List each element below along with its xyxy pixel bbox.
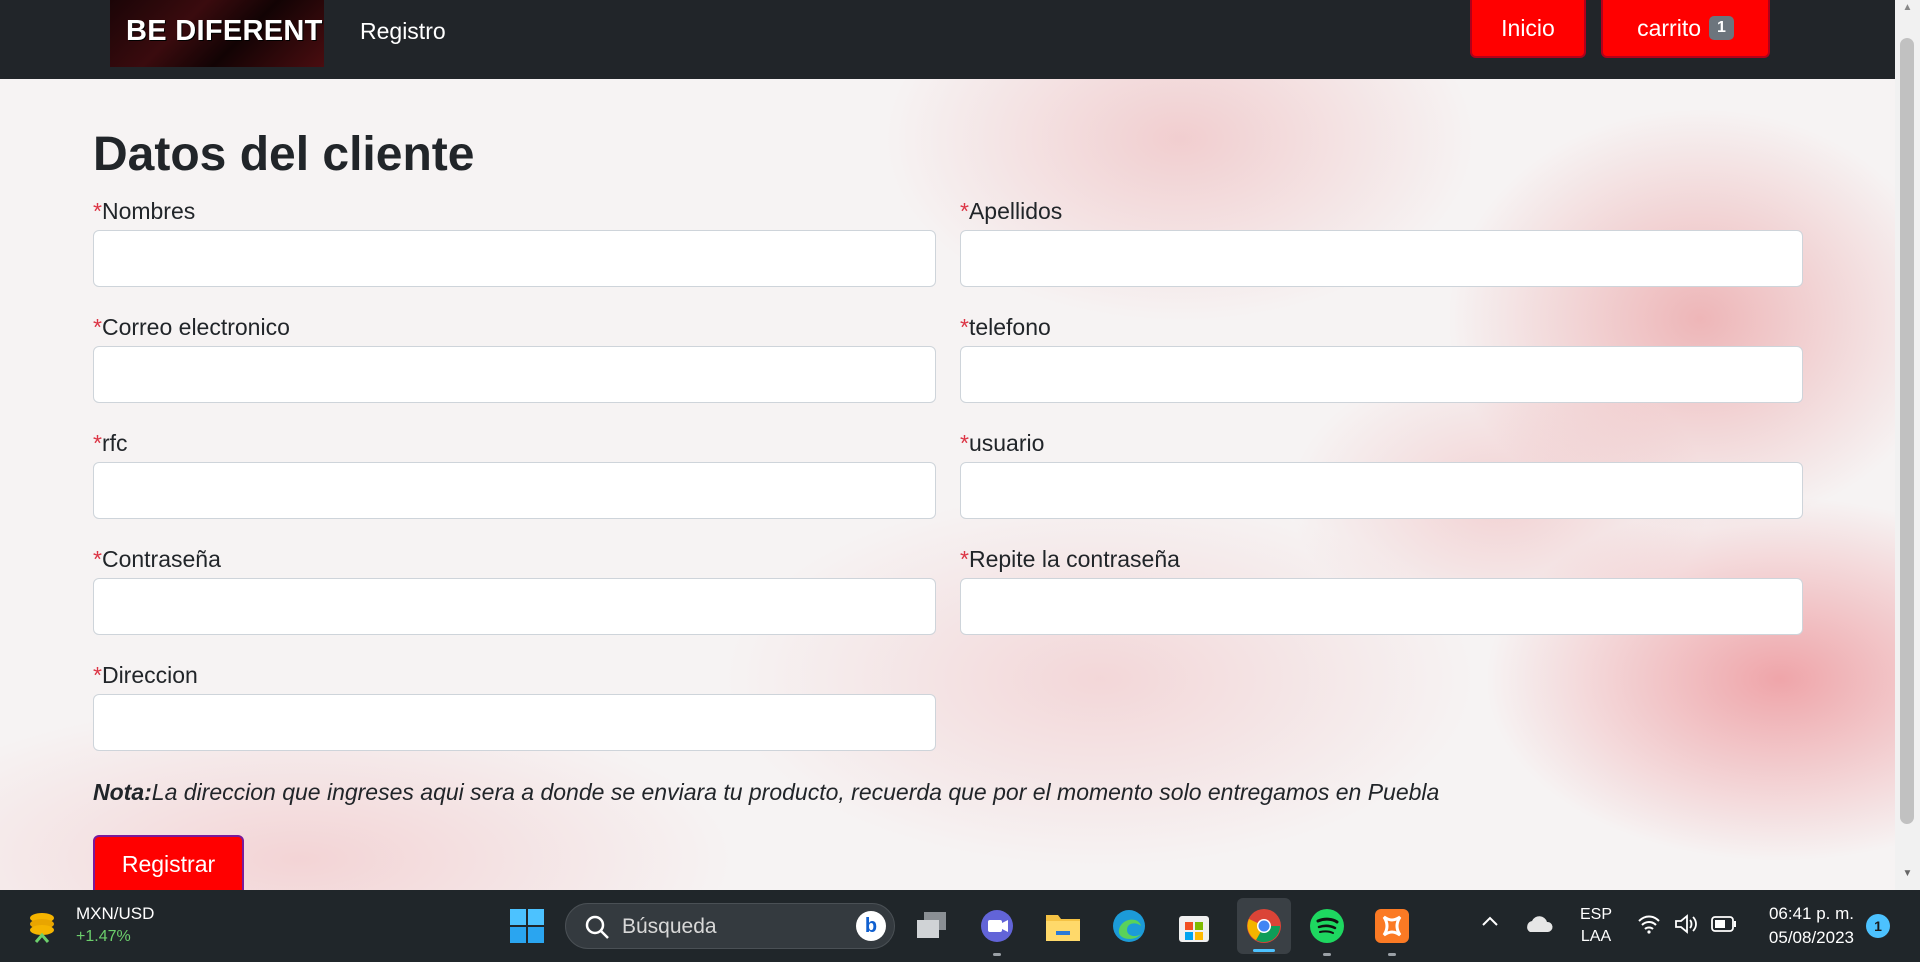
apellidos-input[interactable] — [960, 230, 1803, 287]
confirm-password-label-text: Repite la contraseña — [968, 546, 1180, 572]
page-scrollbar[interactable]: ▲ ▼ — [1895, 0, 1920, 890]
note-label: Nota: — [93, 779, 152, 805]
inicio-button-label: Inicio — [1501, 14, 1555, 41]
correo-field-group: *Correo electronico — [93, 314, 936, 403]
language-indicator[interactable]: ESP LAA — [1578, 904, 1614, 948]
required-mark: * — [960, 430, 969, 456]
confirm-password-field-group: *Repite la contraseña — [960, 546, 1803, 635]
usuario-label-text: usuario — [968, 430, 1045, 456]
edge-icon[interactable] — [1107, 904, 1151, 948]
onedrive-cloud-icon[interactable] — [1522, 912, 1554, 936]
start-icon[interactable] — [505, 904, 549, 948]
navbar: BE DIFERENT Registro Inicio carrito 1 — [0, 0, 1895, 79]
rfc-label: *rfc — [93, 430, 936, 462]
browser-viewport: BE DIFERENT Registro Inicio carrito 1 Da… — [0, 0, 1895, 890]
bing-icon[interactable]: b — [856, 911, 886, 941]
search-icon — [585, 915, 609, 939]
password-field-group: *Contraseña — [93, 546, 936, 635]
registrar-button-label: Registrar — [121, 850, 216, 877]
nombres-field-group: *Nombres — [93, 198, 936, 287]
clock-date: 05/08/2023 — [1768, 928, 1854, 947]
page-title: Datos del cliente — [93, 128, 475, 181]
widget-change: +1.47% — [76, 928, 131, 945]
scroll-up-arrow-icon[interactable]: ▲ — [1895, 2, 1920, 20]
password-input[interactable] — [93, 578, 936, 635]
required-mark: * — [93, 198, 102, 224]
volume-icon[interactable] — [1674, 913, 1698, 935]
coins-icon — [30, 913, 54, 943]
nombres-label: *Nombres — [93, 198, 936, 230]
usuario-field-group: *usuario — [960, 430, 1803, 519]
note-text: La direccion que ingreses aqui sera a do… — [151, 779, 1440, 805]
nombres-input[interactable] — [93, 230, 936, 287]
address-note: Nota:La direccion que ingreses aqui sera… — [93, 779, 1439, 806]
chrome-icon[interactable] — [1237, 898, 1291, 954]
teams-icon[interactable] — [975, 904, 1019, 956]
windows-taskbar: MXN/USD +1.47% Búsqueda b ESP LAA 06:41 … — [0, 890, 1920, 962]
file-explorer-icon[interactable] — [1041, 904, 1085, 948]
task-view-icon[interactable] — [910, 904, 954, 948]
apellidos-label: *Apellidos — [960, 198, 1803, 230]
required-mark: * — [93, 314, 102, 340]
wifi-icon[interactable] — [1638, 914, 1660, 934]
registration-page: Datos del cliente *Nombres *Apellidos *C… — [0, 79, 1895, 890]
usuario-input[interactable] — [960, 462, 1803, 519]
direccion-label: *Direccion — [93, 662, 936, 694]
scrollbar-thumb[interactable] — [1900, 38, 1914, 824]
email-input[interactable] — [93, 346, 936, 403]
correo-label-text: Correo electronico — [101, 314, 290, 340]
widget-title: MXN/USD — [76, 904, 155, 923]
direccion-field-group: *Direccion — [93, 662, 936, 751]
xampp-icon[interactable] — [1370, 904, 1414, 956]
password-label-text: Contraseña — [101, 546, 221, 572]
required-mark: * — [960, 546, 969, 572]
currency-widget[interactable]: MXN/USD +1.47% — [26, 902, 176, 950]
rfc-label-text: rfc — [101, 430, 128, 456]
required-mark: * — [960, 198, 969, 224]
apellidos-field-group: *Apellidos — [960, 198, 1803, 287]
cart-button[interactable]: carrito 1 — [1601, 0, 1770, 58]
system-clock[interactable]: 06:41 p. m. 05/08/2023 — [1754, 902, 1854, 950]
direccion-input[interactable] — [93, 694, 936, 751]
scroll-down-arrow-icon[interactable]: ▼ — [1895, 868, 1920, 886]
taskbar-search[interactable]: Búsqueda b — [565, 903, 895, 949]
language-code: ESP — [1579, 906, 1612, 923]
keyboard-layout: LAA — [1580, 928, 1612, 945]
confirm-password-label: *Repite la contraseña — [960, 546, 1803, 578]
registrar-button[interactable]: Registrar — [93, 835, 244, 890]
required-mark: * — [93, 662, 102, 688]
apellidos-label-text: Apellidos — [968, 198, 1063, 224]
required-mark: * — [960, 314, 969, 340]
confirm-password-input[interactable] — [960, 578, 1803, 635]
rfc-input[interactable] — [93, 462, 936, 519]
inicio-button[interactable]: Inicio — [1470, 0, 1586, 58]
telefono-label-text: telefono — [968, 314, 1051, 340]
brand-logo[interactable]: BE DIFERENT — [110, 0, 324, 67]
battery-icon[interactable] — [1711, 915, 1737, 933]
rfc-field-group: *rfc — [93, 430, 936, 519]
telefono-label: *telefono — [960, 314, 1803, 346]
cart-count-badge: 1 — [1709, 16, 1734, 40]
chevron-up-icon[interactable] — [1480, 912, 1504, 936]
clock-time: 06:41 p. m. — [1768, 904, 1854, 923]
direccion-label-text: Direccion — [101, 662, 198, 688]
search-placeholder: Búsqueda — [622, 915, 717, 938]
cart-button-label: carrito — [1637, 14, 1701, 41]
required-mark: * — [93, 546, 102, 572]
correo-label: *Correo electronico — [93, 314, 936, 346]
telefono-input[interactable] — [960, 346, 1803, 403]
password-label: *Contraseña — [93, 546, 936, 578]
store-icon[interactable] — [1172, 904, 1216, 948]
nav-link-registro[interactable]: Registro — [360, 18, 446, 45]
spotify-icon[interactable] — [1305, 904, 1349, 956]
nombres-label-text: Nombres — [101, 198, 196, 224]
telefono-field-group: *telefono — [960, 314, 1803, 403]
required-mark: * — [93, 430, 102, 456]
notification-badge[interactable]: 1 — [1866, 914, 1890, 938]
usuario-label: *usuario — [960, 430, 1803, 462]
